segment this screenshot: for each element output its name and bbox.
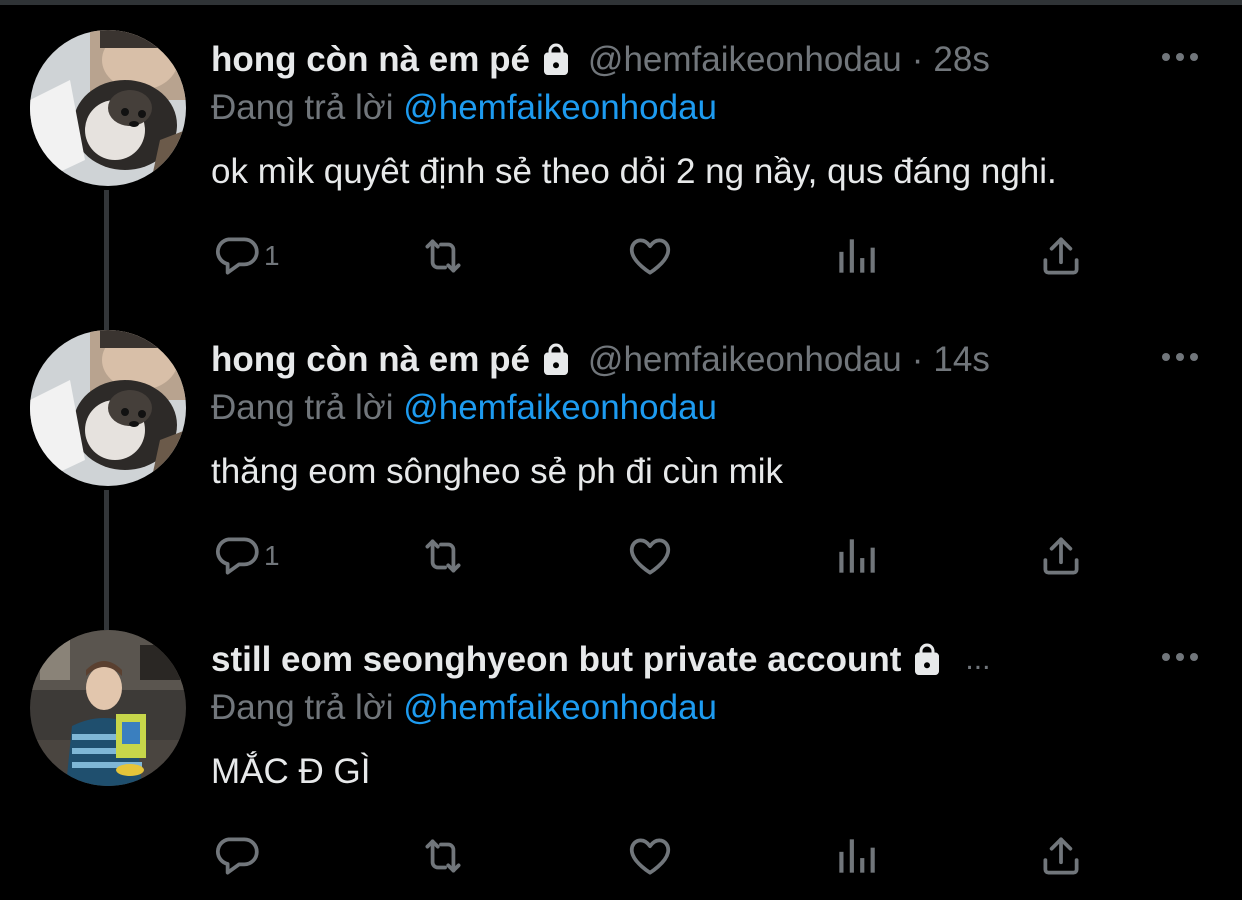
reply-icon	[212, 231, 262, 281]
tweet-actions	[0, 828, 1242, 884]
timestamp[interactable]: 28s	[933, 38, 989, 82]
share-button[interactable]	[1036, 228, 1086, 284]
tweet-actions: 1	[0, 528, 1242, 584]
retweet-icon	[418, 831, 468, 881]
like-button[interactable]	[625, 828, 675, 884]
lock-icon	[538, 42, 574, 78]
reply-button[interactable]: 1	[212, 228, 280, 284]
heart-icon	[625, 531, 675, 581]
retweet-button[interactable]	[418, 828, 468, 884]
share-button[interactable]	[1036, 528, 1086, 584]
display-name[interactable]: still eom seonghyeon but private account	[211, 638, 901, 682]
avatar[interactable]	[30, 30, 186, 186]
tweet-actions: 1	[0, 228, 1242, 284]
share-icon	[1036, 831, 1086, 881]
display-name[interactable]: hong còn nà em pé	[211, 38, 530, 82]
mention-link[interactable]: @hemfaikeonhodau	[403, 388, 717, 427]
reply-count: 1	[264, 540, 280, 571]
more-horizontal-icon[interactable]	[1160, 42, 1200, 72]
analytics-icon	[831, 231, 881, 281]
share-icon	[1036, 531, 1086, 581]
tweet-text: thăng eom sônghеo sẻ ph đi cùn mik	[211, 452, 784, 491]
tweet-header: still eom seonghyeon but private account…	[211, 638, 990, 682]
reply-icon	[212, 831, 262, 881]
heart-icon	[625, 831, 675, 881]
reply-count: 1	[264, 240, 280, 271]
views-button[interactable]	[831, 828, 881, 884]
display-name[interactable]: hong còn nà em pé	[211, 338, 530, 382]
replying-prefix: Đang trả lời	[211, 88, 394, 127]
analytics-icon	[831, 531, 881, 581]
lock-icon	[538, 342, 574, 378]
heart-icon	[625, 231, 675, 281]
retweet-button[interactable]	[418, 528, 468, 584]
retweet-icon	[418, 231, 468, 281]
share-button[interactable]	[1036, 828, 1086, 884]
mention-link[interactable]: @hemfaikeonhodau	[403, 88, 717, 127]
separator: ·	[911, 340, 924, 379]
replying-prefix: Đang trả lời	[211, 388, 394, 427]
reply-button[interactable]	[212, 828, 262, 884]
more-horizontal-icon[interactable]	[1160, 342, 1200, 372]
timestamp[interactable]: 14s	[933, 338, 989, 382]
separator: ·	[911, 40, 924, 79]
tweet-header: hong còn nà em pé @hemfaikeonhodau · 14s	[211, 338, 990, 382]
tweet-text: MẮC Đ GÌ	[211, 752, 371, 791]
replying-to: Đang trả lời @hemfaikeonhodau	[211, 86, 717, 130]
analytics-icon	[831, 831, 881, 881]
tweet[interactable]: still eom seonghyeon but private account…	[0, 600, 1242, 900]
lock-icon	[909, 642, 945, 678]
handle[interactable]: @hemfaikeonhodau	[588, 338, 902, 382]
like-button[interactable]	[625, 228, 675, 284]
views-button[interactable]	[831, 528, 881, 584]
retweet-button[interactable]	[418, 228, 468, 284]
like-button[interactable]	[625, 528, 675, 584]
tweet[interactable]: hong còn nà em pé @hemfaikeonhodau · 28s…	[0, 0, 1242, 300]
mention-link[interactable]: @hemfaikeonhodau	[403, 688, 717, 727]
tweet-header: hong còn nà em pé @hemfaikeonhodau · 28s	[211, 38, 990, 82]
replying-to: Đang trả lời @hemfaikeonhodau	[211, 386, 717, 430]
avatar[interactable]	[30, 630, 186, 786]
more-horizontal-icon[interactable]	[1160, 642, 1200, 672]
share-icon	[1036, 231, 1086, 281]
retweet-icon	[418, 531, 468, 581]
handle[interactable]: @hemfaikeonhodau	[588, 38, 902, 82]
replying-to: Đang trả lời @hemfaikeonhodau	[211, 686, 717, 730]
tweet[interactable]: hong còn nà em pé @hemfaikeonhodau · 14s…	[0, 300, 1242, 600]
reply-button[interactable]: 1	[212, 528, 280, 584]
avatar[interactable]	[30, 330, 186, 486]
tweet-text: ok mìk quyêt định sẻ theo dỏi 2 ng nầy, …	[211, 152, 1057, 191]
reply-icon	[212, 531, 262, 581]
header-truncation: ...	[965, 643, 991, 676]
views-button[interactable]	[831, 228, 881, 284]
replying-prefix: Đang trả lời	[211, 688, 394, 727]
